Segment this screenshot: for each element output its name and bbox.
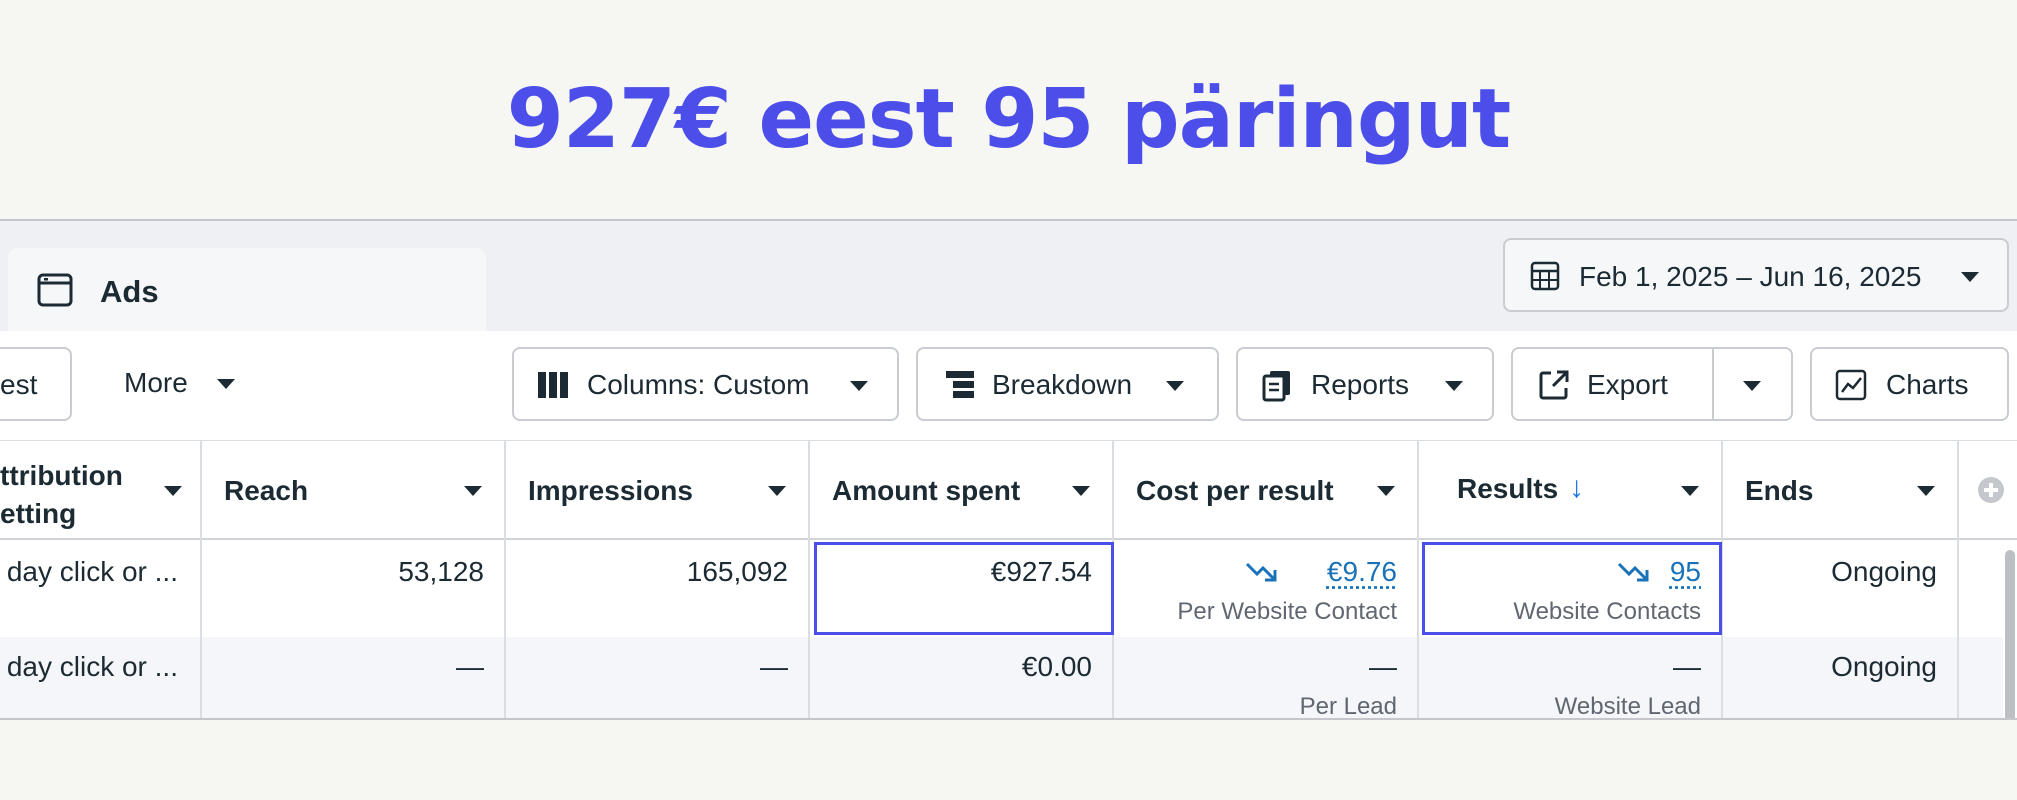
results-highlight [1422,542,1722,635]
amount-spent-highlight [814,542,1114,635]
column-header-impressions[interactable]: Impressions [506,441,810,541]
impressions-cell: — [506,637,810,718]
vertical-scrollbar[interactable] [2003,540,2017,718]
reach-value: 53,128 [398,556,484,587]
external-link-icon [1539,370,1569,400]
tab-bar: Ads Feb 1, 2025 – Jun 16, 2025 [0,221,2017,331]
attribution-header-line1: ttribution [0,460,123,491]
calendar-icon [1530,261,1560,291]
chevron-down-icon [164,486,182,496]
cost-per-result-header: Cost per result [1136,475,1334,506]
headline: 927€ eest 95 päringut [506,72,1511,167]
scrollbar-thumb[interactable] [2005,550,2015,718]
column-header-cost-per-result[interactable]: Cost per result [1114,441,1419,541]
cost-per-result-value[interactable]: €9.76 [1327,556,1397,588]
reach-cell: 53,128 [202,540,506,637]
cost-per-result-sublabel: Per Website Contact [1177,598,1397,625]
reports-label: Reports [1311,369,1410,400]
table-header: ttribution etting Reach Impressions Amou… [0,440,2017,541]
reach-header: Reach [224,475,309,506]
impressions-value: — [760,651,788,682]
cost-per-result-value: — [1369,651,1397,682]
amount-spent-value: €0.00 [1021,651,1092,682]
chevron-down-icon [1961,272,1979,282]
column-header-ends[interactable]: Ends [1723,441,1959,541]
chevron-down-icon [1072,486,1090,496]
ads-manager-screenshot: Ads Feb 1, 2025 – Jun 16, 2025 est More [0,219,2017,720]
ads-table: ttribution etting Reach Impressions Amou… [0,440,2017,720]
columns-icon [538,372,568,398]
tab-ads[interactable]: Ads [8,248,486,331]
more-label: More [124,367,188,398]
attribution-value: day click or ... [6,556,178,587]
impressions-cell: 165,092 [506,540,810,637]
column-header-results[interactable]: Results ↓ [1419,441,1723,541]
reports-icon [1262,371,1290,402]
charts-label: Charts [1886,369,1969,400]
charts-button[interactable]: Charts [1810,347,2009,421]
amount-spent-header: Amount spent [832,475,1021,506]
column-header-attribution[interactable]: ttribution etting [0,441,202,541]
chevron-down-icon [1445,381,1463,391]
breakdown-button[interactable]: Breakdown [916,347,1219,421]
more-button[interactable]: More [124,367,235,399]
attribution-cell: day click or ... [0,540,202,637]
test-button[interactable]: est [0,347,72,421]
attribution-header-line2: etting [0,498,77,529]
chevron-down-icon [464,486,482,496]
chevron-down-icon [1166,381,1184,391]
reach-cell: — [202,637,506,718]
column-header-amount-spent[interactable]: Amount spent [810,441,1114,541]
results-header: Results [1457,473,1559,504]
results-sublabel: Website Lead [1554,693,1701,720]
export-options-button[interactable] [1714,349,1791,419]
cost-per-result-cell: €9.76 Per Website Contact [1114,540,1419,637]
columns-label: Columns: Custom [587,369,810,400]
ends-value: Ongoing [1831,556,1937,587]
attribution-value: day click or ... [6,651,178,682]
date-range-picker[interactable]: Feb 1, 2025 – Jun 16, 2025 [1503,238,2009,312]
cost-per-result-cell: — Per Lead [1114,637,1419,720]
attribution-cell: day click or ... [0,637,202,718]
ends-value: Ongoing [1831,651,1937,682]
chevron-down-icon [768,486,786,496]
impressions-header: Impressions [528,475,693,506]
breakdown-label: Breakdown [992,369,1133,400]
chevron-down-icon [850,381,868,391]
breakdown-icon [946,371,974,398]
chevron-down-icon [1681,486,1699,496]
toolbar: est More Columns: Custom Breakdown Repor… [0,331,2017,440]
export-label: Export [1587,369,1668,400]
trend-down-icon [1245,562,1277,582]
chart-icon [1835,369,1867,401]
amount-spent-cell: €0.00 [810,637,1114,718]
ends-cell: Ongoing [1723,540,1959,637]
impressions-value: 165,092 [686,556,788,587]
table-row: day click or ... — — €0.00 — Per Lead — … [0,637,2017,720]
ends-cell: Ongoing [1723,637,1959,718]
chevron-down-icon [1377,486,1395,496]
column-header-reach[interactable]: Reach [202,441,506,541]
chevron-down-icon [1917,486,1935,496]
ends-header: Ends [1745,475,1814,506]
results-value: — [1673,651,1701,682]
cost-per-result-sublabel: Per Lead [1299,693,1397,720]
tab-label: Ads [100,274,159,309]
table-row: day click or ... 53,128 165,092 €927.54 … [0,540,2017,637]
columns-button[interactable]: Columns: Custom [512,347,899,421]
reach-value: — [456,651,484,682]
export-button-group: Export [1511,347,1793,421]
window-icon [37,273,73,307]
export-button[interactable]: Export [1513,349,1712,419]
sort-descending-icon[interactable]: ↓ [1569,471,1584,505]
chevron-down-icon [217,379,235,389]
add-column-icon[interactable] [1978,477,2004,503]
test-button-label: est [0,369,38,400]
results-cell: — Website Lead [1419,637,1723,720]
chevron-down-icon [1743,381,1761,391]
reports-button[interactable]: Reports [1236,347,1494,421]
date-range-label: Feb 1, 2025 – Jun 16, 2025 [1579,261,1922,292]
